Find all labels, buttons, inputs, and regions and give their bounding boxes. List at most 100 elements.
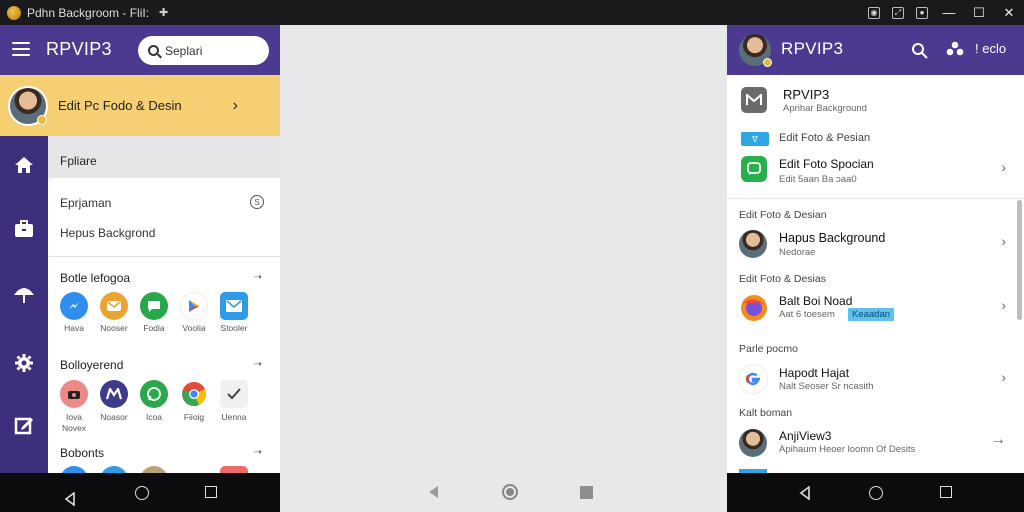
hamburger-menu-icon[interactable] xyxy=(12,42,30,56)
arrow-right-icon[interactable]: ➝ xyxy=(254,272,262,283)
umbrella-icon[interactable] xyxy=(13,284,35,306)
item-title[interactable]: RPVIP3 xyxy=(783,87,829,102)
search-icon[interactable] xyxy=(911,42,928,64)
profile-row[interactable]: Edit Pc Fodo & Desin › xyxy=(0,75,280,136)
check-icon[interactable] xyxy=(220,380,248,408)
arrow-right-icon[interactable]: → xyxy=(990,431,1006,449)
chrome-icon[interactable] xyxy=(180,380,208,408)
app-label: Noasor xyxy=(100,412,128,422)
item-subtitle: Apihaum Heoer loomn Of Desits xyxy=(779,444,916,455)
m-logo-icon[interactable] xyxy=(100,380,128,408)
home-icon[interactable] xyxy=(13,154,35,176)
search-icon xyxy=(148,45,159,56)
gear-icon[interactable] xyxy=(13,352,35,374)
divider xyxy=(727,198,1024,199)
app-label: Fodia xyxy=(143,323,165,333)
app-label: Stooler xyxy=(220,323,248,333)
tag-icon: ᐁ xyxy=(741,132,769,146)
close-button[interactable]: ✕ xyxy=(994,5,1024,21)
item-subtitle: Nalt Seoser Sr ncasith xyxy=(779,381,874,392)
section-header: Parle pocmo xyxy=(739,343,798,355)
message-icon xyxy=(741,156,767,182)
app-label: Nooser xyxy=(100,323,128,333)
header-right-text[interactable]: ǃ eclo xyxy=(975,41,1006,56)
card-row-2[interactable]: Hepus Backgrond xyxy=(60,226,155,240)
home-button-icon[interactable] xyxy=(502,484,518,500)
item-subtitle: Nedorae xyxy=(779,247,816,258)
item-title[interactable]: Balt Boi Noad xyxy=(779,294,852,308)
play-store-icon[interactable] xyxy=(180,292,208,320)
left-brand-title: RPVIP3 xyxy=(46,39,112,59)
back-icon[interactable] xyxy=(427,485,439,504)
item-title[interactable]: AnjiView3 xyxy=(779,429,831,443)
home-button-icon[interactable] xyxy=(135,486,149,500)
avatar[interactable] xyxy=(739,34,772,67)
maximize-button[interactable]: ☐ xyxy=(964,5,994,21)
side-rail xyxy=(0,136,48,473)
chevron-right-icon[interactable]: › xyxy=(1001,159,1006,175)
item-title[interactable]: Hapus Background xyxy=(779,231,885,245)
google-icon xyxy=(739,365,767,393)
app-icon-partial[interactable] xyxy=(60,466,88,473)
record-icon[interactable]: ● xyxy=(916,6,928,19)
app-icon-partial[interactable] xyxy=(220,466,248,473)
group-title-3: Bobonts xyxy=(60,446,105,460)
chevron-right-icon[interactable]: › xyxy=(1001,369,1006,385)
home-button-icon[interactable] xyxy=(869,486,883,500)
mail-icon[interactable] xyxy=(100,292,128,320)
app-label: Voolia xyxy=(182,323,206,333)
messenger-icon[interactable] xyxy=(60,292,88,320)
app-icon-partial[interactable] xyxy=(100,466,128,473)
left-app-header: RPVIP3 Seplari xyxy=(0,25,280,75)
group-title-2: Bolloyerend xyxy=(60,358,124,372)
item-subtitle: Edit 5aan Ba ɔaa0 xyxy=(779,174,857,185)
search-input[interactable]: Seplari xyxy=(138,36,269,65)
scrollbar[interactable] xyxy=(1017,200,1022,320)
envelope-icon[interactable] xyxy=(220,292,248,320)
screenshot-icon[interactable]: ◉ xyxy=(868,6,880,19)
item-title[interactable]: Hapodt Hajat xyxy=(779,366,849,380)
arrow-right-icon[interactable]: ➝ xyxy=(254,359,262,370)
chevron-right-icon[interactable]: › xyxy=(1001,297,1006,313)
section-header: Edit Foto & Desias xyxy=(739,273,826,285)
right-navigation-bar xyxy=(727,473,1024,512)
avatar xyxy=(8,85,48,126)
item-title[interactable]: Edit Foto Spocian xyxy=(779,157,874,171)
item-subtitle: Aprihar Background xyxy=(783,103,867,114)
section-header: Edit Foto & Desian xyxy=(739,209,827,221)
gmail-icon xyxy=(741,87,767,113)
flower-icon[interactable] xyxy=(946,41,964,64)
back-icon[interactable] xyxy=(799,485,811,505)
resize-icon[interactable]: ⤢ xyxy=(892,6,904,19)
chevron-right-icon[interactable]: › xyxy=(1001,233,1006,249)
chat-icon[interactable] xyxy=(140,292,168,320)
app-logo-icon xyxy=(7,5,21,20)
chevron-right-icon: › xyxy=(232,96,238,114)
clock-icon[interactable]: S xyxy=(250,195,264,209)
portrait-icon xyxy=(739,230,767,258)
person-icon xyxy=(739,429,767,457)
recents-icon[interactable] xyxy=(205,486,217,498)
profile-row-label: Edit Pc Fodo & Desin xyxy=(58,98,182,113)
recents-icon[interactable] xyxy=(940,486,952,498)
right-app-header: RPVIP3 ǃ eclo xyxy=(727,25,1024,75)
minimize-button[interactable]: — xyxy=(934,5,964,20)
item-title[interactable]: Edit Foto & Pesian xyxy=(779,132,870,144)
right-brand-title: RPVIP3 xyxy=(781,39,844,58)
whatsapp-icon[interactable] xyxy=(140,380,168,408)
app-icon-partial[interactable] xyxy=(140,466,168,473)
app-label: Icoa xyxy=(145,412,163,422)
card-row-1[interactable]: Eprjaman xyxy=(60,196,111,210)
arrow-right-icon[interactable]: ➝ xyxy=(254,447,262,458)
camera-icon[interactable] xyxy=(60,380,88,408)
window-title-bar: Pdhn Backgroom - FliI: ✚ ◉ ⤢ ● — ☐ ✕ xyxy=(0,0,1024,25)
left-app-pane: RPVIP3 Seplari Edit Pc Fodo & Desin › Fp… xyxy=(0,25,280,473)
recents-icon[interactable] xyxy=(580,486,593,499)
item-subtitle: Aat 6 toesem xyxy=(779,309,835,320)
section-header: Kalt boman xyxy=(739,407,793,419)
pin-icon[interactable]: ✚ xyxy=(159,6,168,19)
edit-icon[interactable] xyxy=(13,414,35,436)
briefcase-icon[interactable] xyxy=(13,218,35,240)
app-label: Uenna xyxy=(221,412,247,422)
center-empty-area xyxy=(280,25,727,512)
